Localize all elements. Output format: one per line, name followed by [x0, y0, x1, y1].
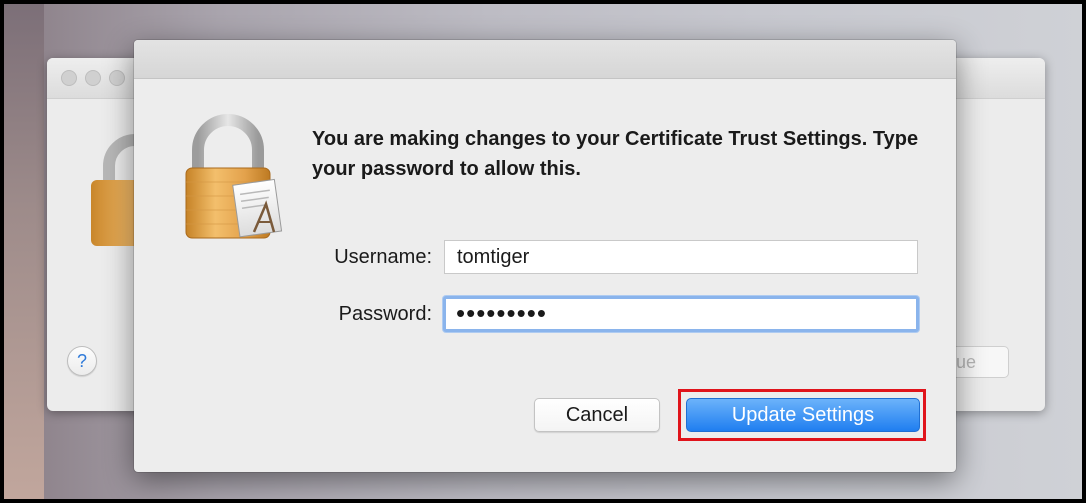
close-icon[interactable] — [61, 70, 77, 86]
username-field[interactable]: tomtiger — [444, 240, 918, 274]
question-mark-icon: ? — [76, 351, 87, 371]
password-field[interactable]: ••••••••• — [443, 296, 919, 332]
desktop-background — [4, 4, 44, 499]
dialog-message: You are making changes to your Certifica… — [312, 128, 919, 180]
help-button[interactable]: ? — [67, 346, 97, 376]
cancel-button[interactable]: Cancel — [534, 398, 660, 432]
screenshot-frame: ? ue You are making changes to your Cert… — [0, 0, 1086, 503]
padlock-with-certificate-icon — [185, 114, 283, 239]
authentication-dialog: You are making changes to your Certifica… — [134, 40, 956, 472]
minimize-icon[interactable] — [85, 70, 101, 86]
dialog-top-bar — [134, 40, 956, 79]
username-label: Username: — [334, 246, 432, 268]
password-label: Password: — [338, 303, 432, 325]
annotation-highlight-box — [678, 389, 926, 441]
zoom-icon[interactable] — [109, 70, 125, 86]
